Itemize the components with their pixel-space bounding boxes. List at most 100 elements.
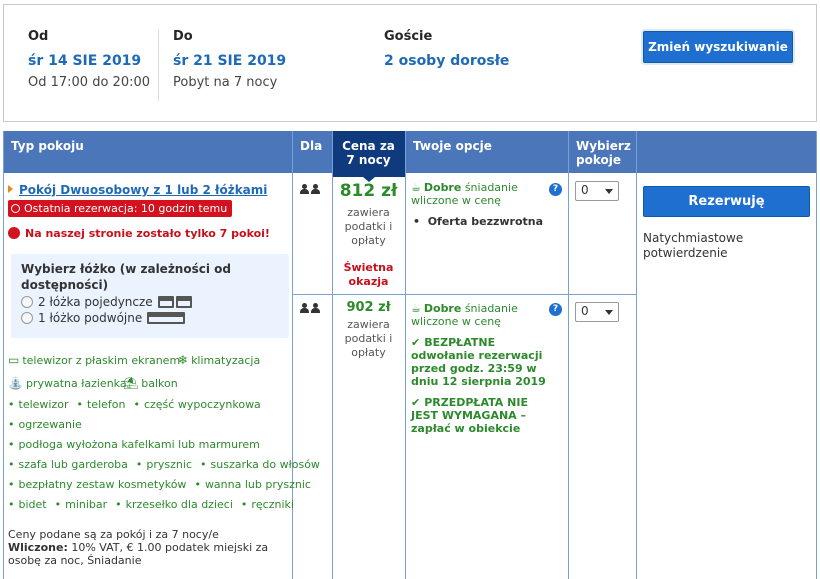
row-divider (292, 294, 636, 295)
facility-row: ogrzewanie (8, 418, 90, 431)
facility-item: bidet (8, 498, 47, 511)
checkmark-icon: ✔ (411, 396, 421, 409)
rooms-left-text: Na naszej stronie zostało tylko 7 pokoi! (25, 227, 270, 240)
header-for: Dla (300, 139, 323, 153)
help-icon[interactable]: ? (549, 303, 562, 316)
coffee-cup-icon: ☕ (411, 181, 421, 194)
room-name-link[interactable]: Pokój Dwuosobowy z 1 lub 2 łóżkami (8, 183, 267, 197)
alarm-clock-icon (11, 204, 20, 213)
amenity-label: balkon (141, 377, 178, 390)
header-select-rooms: Wybierz pokoje (576, 139, 631, 167)
snowflake-icon: ❄ (178, 353, 189, 367)
facility-item: telefon (76, 398, 125, 411)
facility-item: minibar (55, 498, 108, 511)
radio-button[interactable] (21, 312, 33, 324)
grid-line (816, 131, 817, 579)
room-quantity-select[interactable]: 0 (575, 302, 619, 322)
footnote-included: Wliczone: 10% VAT, € 1.00 podatek miejsk… (8, 541, 293, 567)
facility-row: bidet minibar krzesełko dla dzieci ręczniki (8, 498, 302, 511)
single-bed-icon (175, 296, 192, 308)
bed-option-twin[interactable]: 2 łóżka pojedyncze (21, 295, 279, 309)
room-name: Pokój Dwuosobowy z 1 lub 2 łóżkami (19, 183, 268, 197)
bed-option-label: 1 łóżko podwójne (38, 311, 143, 325)
breakfast-option: ☕ Dobre śniadanie wliczone w cenę (411, 302, 541, 328)
amenity-bathroom: ⛲ prywatna łazienka (8, 376, 127, 390)
facility-item: część wypoczynkowa (133, 398, 260, 411)
offer-price: 902 zł (346, 300, 391, 315)
breakfast-quality: Dobre (423, 181, 462, 194)
non-refundable-policy: • Oferta bezzwrotna (413, 215, 544, 228)
checkout-block: Do śr 21 SIE 2019 Pobyt na 7 nocy (173, 29, 286, 90)
checkin-time: Od 17:00 do 20:00 (28, 75, 151, 90)
instant-confirmation: Natychmiastowe potwierdzenie (643, 231, 744, 260)
policy-text: Oferta bezzwrotna (427, 215, 544, 228)
offer-price: 812 zł (339, 181, 398, 201)
double-bed-icon (147, 312, 186, 324)
reserve-button[interactable]: Rezerwuję (643, 186, 810, 217)
room-table: Typ pokoju Dla Cena za 7 nocy Twoje opcj… (3, 131, 817, 579)
breakfast-option: ☕ Dobre śniadanie wliczone w cenę (411, 181, 541, 207)
amenity-label: telewizor z płaskim ekranem (22, 354, 181, 367)
bed-option-label: 2 łóżka pojedyncze (38, 295, 153, 309)
facility-row: telewizor telefon część wypoczynkowa (8, 398, 269, 411)
header-price: Cena za 7 nocy (332, 131, 405, 182)
facility-item: szafa lub garderoba (8, 458, 128, 471)
bed-option-double[interactable]: 1 łóżko podwójne (21, 311, 279, 325)
amenity-label: klimatyzacja (191, 354, 261, 367)
checkin-block: Od śr 14 SIE 2019 Od 17:00 do 20:00 (28, 29, 150, 90)
grid-line (292, 131, 293, 579)
amenity-ac: ❄ klimatyzacja (178, 353, 260, 367)
facility-item: podłoga wyłożona kafelkami lub marmurem (8, 438, 260, 451)
rooms-left-alert: Na naszej stronie zostało tylko 7 pokoi! (8, 227, 270, 240)
red-clock-icon (8, 227, 20, 239)
coffee-cup-icon: ☕ (411, 302, 421, 315)
search-summary: Od śr 14 SIE 2019 Od 17:00 do 20:00 Do ś… (3, 4, 817, 122)
room-quantity-select[interactable]: 0 (575, 181, 619, 201)
amenity-tv: ▭ telewizor z płaskim ekranem (8, 353, 180, 367)
checkmark-icon: ✔ (411, 336, 421, 349)
single-bed-icon (157, 296, 174, 308)
facility-item: wanna lub prysznic (194, 478, 311, 491)
facility-item: bezpłatny zestaw kosmetyków (8, 478, 186, 491)
bed-choice-box: Wybierz łóżko (w zależności od dostępnoś… (11, 254, 289, 338)
balcony-icon: ⛱ (123, 376, 139, 390)
no-prepayment: ✔ PRZEDPŁATA NIE JEST WYMAGANA – zapłać w… (411, 396, 556, 435)
facility-item: suszarka do włosów (200, 458, 320, 471)
facility-item: krzesełko dla dzieci (115, 498, 233, 511)
tv-icon: ▭ (8, 353, 20, 367)
bed-choice-title: Wybierz łóżko (w zależności od dostępnoś… (21, 262, 231, 292)
checkout-label: Do (173, 29, 193, 44)
grid-line (3, 131, 4, 579)
last-booking-badge: Ostatnia rezerwacja: 10 godzin temu (8, 200, 233, 217)
guests-value: 2 osoby dorosłe (384, 53, 510, 69)
change-search-button[interactable]: Zmień wyszukiwanie (643, 31, 793, 63)
facility-row: podłoga wyłożona kafelkami lub marmurem (8, 438, 268, 451)
shower-icon: ⛲ (8, 376, 23, 390)
great-deal-label: Świetna okazja (343, 261, 394, 288)
stay-length: Pobyt na 7 nocy (173, 75, 278, 90)
checkout-date: śr 21 SIE 2019 (173, 53, 287, 69)
facility-row: szafa lub garderoba prysznic suszarka do w… (8, 458, 328, 471)
checkin-date: śr 14 SIE 2019 (28, 53, 142, 69)
breakfast-quality: Dobre (423, 302, 462, 315)
facility-row: bezpłatny zestaw kosmetyków wanna lub pry… (8, 478, 319, 491)
guests-2-adults-icon (299, 302, 321, 316)
amenity-balcony: ⛱ balkon (123, 376, 178, 390)
help-icon[interactable]: ? (549, 183, 562, 196)
price-note: zawiera podatki i opłaty (344, 206, 393, 247)
chevron-down-icon (605, 189, 613, 194)
header-options: Twoje opcje (413, 139, 492, 153)
no-prepayment-text: PRZEDPŁATA NIE JEST WYMAGANA – zapłać w … (411, 396, 528, 435)
footnote-line: Ceny podane są za pokój i za 7 nocy/e (8, 528, 219, 541)
guests-block: Goście 2 osoby dorosłe (384, 29, 509, 69)
facility-item: telewizor (8, 398, 68, 411)
guests-2-adults-icon (299, 183, 321, 197)
radio-button[interactable] (21, 296, 33, 308)
chevron-down-icon (605, 310, 613, 315)
footnote-included-label: Wliczone: (8, 541, 68, 554)
last-booking-text: Ostatnia rezerwacja: 10 godzin temu (24, 202, 228, 215)
facility-item: ogrzewanie (8, 418, 82, 431)
checkin-label: Od (28, 29, 49, 44)
grid-line (405, 131, 406, 579)
facility-item: ręczniki (241, 498, 294, 511)
